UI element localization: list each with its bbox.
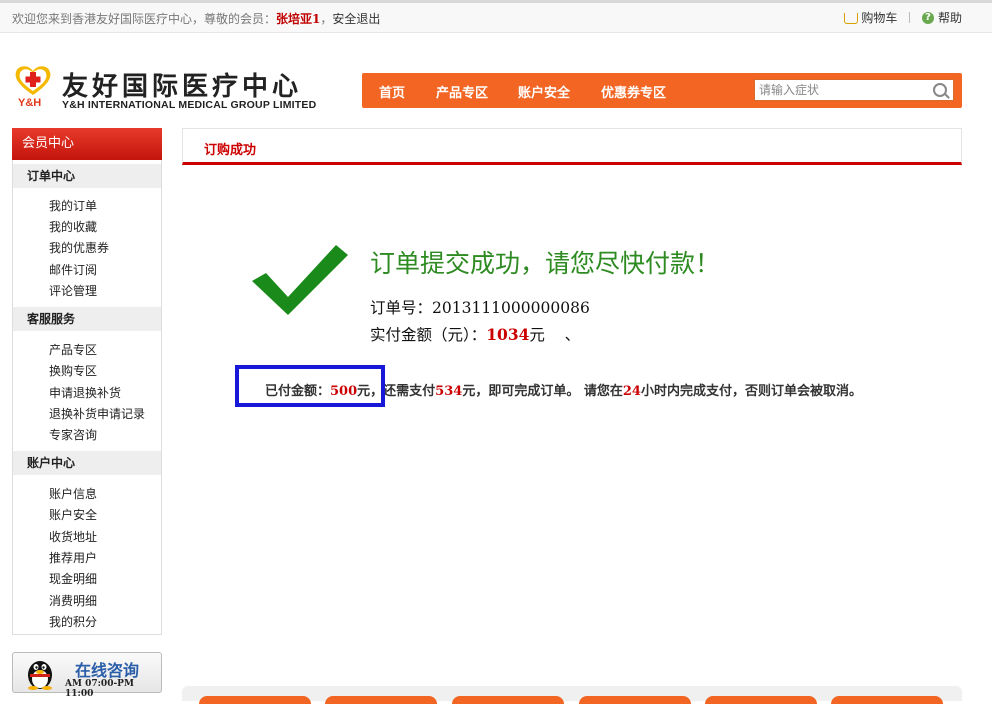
sidebar-item-subscriptions[interactable]: 邮件订阅	[49, 261, 97, 278]
sidebar-section-orders: 订单中心	[13, 164, 161, 188]
amount-row: 实付金额（元）：1034元 、	[370, 323, 580, 345]
heart-cross-icon	[15, 66, 51, 95]
notice-text-3: 元，即可完成订单。 请您在	[462, 384, 623, 399]
logout-link[interactable]: 安全退出	[332, 12, 380, 26]
success-check-icon	[252, 245, 348, 315]
logo-badge-text: Y&H	[18, 97, 42, 109]
bottom-tab-3[interactable]	[452, 696, 564, 704]
bottom-tab-1[interactable]	[199, 696, 311, 704]
amount-label: 实付金额（元）：	[370, 326, 487, 344]
sidebar-item-reviews[interactable]: 评论管理	[49, 282, 97, 299]
online-consult-hours: AM 07:00-PM 11:00	[65, 679, 134, 699]
deadline-hours: 24	[622, 384, 641, 399]
search-input[interactable]	[755, 80, 933, 100]
notice-text-4: 小时内完成支付，否则订单会被取消。	[640, 384, 862, 399]
sidebar-item-account-security[interactable]: 账户安全	[49, 506, 97, 523]
top-right-links: 购物车 ? 帮助	[844, 9, 962, 26]
order-number: 2013111000000086	[432, 299, 590, 317]
sidebar-item-address[interactable]: 收货地址	[49, 528, 97, 545]
welcome-message: 欢迎您来到香港友好国际医疗中心，尊敬的会员：张培亚1，安全退出	[12, 10, 380, 27]
main-nav: 首页 产品专区 账户安全 优惠券专区	[362, 73, 962, 108]
nav-coupons[interactable]: 优惠券专区	[601, 82, 666, 101]
nav-home[interactable]: 首页	[379, 82, 405, 101]
online-consult-button[interactable]: 在线咨询 AM 07:00-PM 11:00	[12, 652, 162, 699]
nav-account-security[interactable]: 账户安全	[518, 82, 570, 101]
sidebar-item-cash-details[interactable]: 现金明细	[49, 570, 97, 587]
sidebar-item-products[interactable]: 产品专区	[49, 341, 97, 358]
divider	[909, 12, 911, 23]
bottom-tab-2[interactable]	[325, 696, 437, 704]
member-sidebar: 会员中心 订单中心 我的订单 我的收藏 我的优惠券 邮件订阅 评论管理 客服服务…	[12, 128, 162, 635]
logo-mark: Y&H	[12, 64, 56, 112]
success-message: 订单提交成功，请您尽快付款！	[370, 249, 721, 278]
amount-unit: 元	[529, 326, 545, 344]
member-username[interactable]: 张培亚1	[276, 12, 320, 26]
welcome-text: 欢迎您来到香港友好国际医疗中心，尊敬的会员：	[12, 12, 277, 26]
bottom-tab-5[interactable]	[705, 696, 817, 704]
cart-link[interactable]: 购物车	[861, 11, 897, 25]
bottom-tab-6[interactable]	[831, 696, 943, 704]
sidebar-item-return-request[interactable]: 申请退换补货	[49, 384, 121, 401]
highlight-box	[235, 365, 385, 407]
sidebar-item-return-records[interactable]: 退换补货申请记录	[49, 405, 145, 422]
content-header: 订购成功	[182, 128, 962, 165]
sidebar-item-expert[interactable]: 专家咨询	[49, 426, 97, 443]
page-title: 订购成功	[204, 143, 257, 158]
sidebar-item-referral[interactable]: 推荐用户	[49, 549, 97, 566]
order-number-row: 订单号：2013111000000086	[370, 296, 590, 318]
order-number-label: 订单号：	[370, 299, 433, 317]
site-logo[interactable]: Y&H 友好国际医疗中心 Y&H INTERNATIONAL MEDICAL G…	[12, 64, 342, 114]
help-link[interactable]: 帮助	[938, 11, 962, 25]
sidebar-section-service: 客服服务	[13, 307, 161, 331]
cart-icon[interactable]	[844, 13, 859, 24]
sidebar-item-account-info[interactable]: 账户信息	[49, 485, 97, 502]
amount-value: 1034	[486, 325, 530, 344]
sidebar-title: 会员中心	[12, 128, 162, 160]
online-consult-title: 在线咨询	[75, 661, 140, 680]
comma-separator: ，	[320, 12, 333, 26]
search-box	[754, 79, 954, 101]
penguin-icon	[28, 661, 52, 690]
sidebar-item-favorites[interactable]: 我的收藏	[49, 218, 97, 235]
sidebar-item-coupons[interactable]: 我的优惠券	[49, 239, 109, 256]
top-bar: 欢迎您来到香港友好国际医疗中心，尊敬的会员：张培亚1，安全退出 购物车 ? 帮助	[0, 0, 992, 33]
sidebar-item-points[interactable]: 我的积分	[49, 613, 97, 630]
remaining-amount: 534	[435, 384, 463, 399]
logo-name-en: Y&H INTERNATIONAL MEDICAL GROUP LIMITED	[62, 99, 317, 111]
sidebar-item-exchange[interactable]: 换购专区	[49, 362, 97, 379]
help-icon[interactable]: ?	[921, 11, 934, 24]
sidebar-item-my-orders[interactable]: 我的订单	[49, 197, 97, 214]
search-icon[interactable]	[933, 83, 947, 97]
bottom-product-tabs	[182, 686, 962, 704]
amount-suffix: 、	[564, 326, 581, 344]
logo-name-cn: 友好国际医疗中心	[62, 72, 303, 102]
nav-products[interactable]: 产品专区	[436, 82, 488, 101]
sidebar-item-spending-details[interactable]: 消费明细	[49, 592, 97, 609]
sidebar-section-account: 账户中心	[13, 451, 161, 475]
bottom-tab-4[interactable]	[579, 696, 691, 704]
